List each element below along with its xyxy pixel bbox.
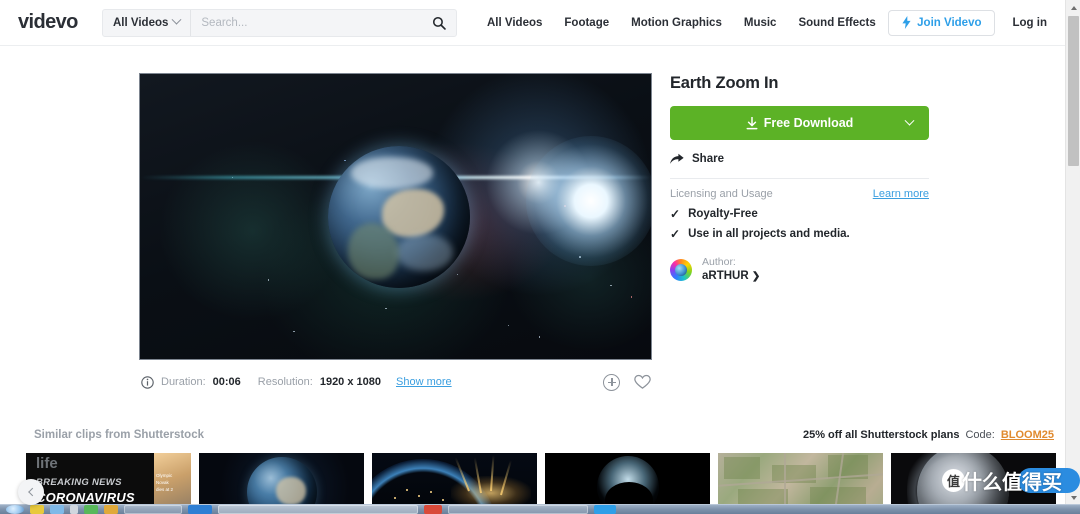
share-label: Share	[692, 153, 724, 165]
vertical-scrollbar[interactable]	[1065, 0, 1080, 505]
promo-text: 25% off all Shutterstock plans	[802, 429, 960, 441]
search-category-label: All Videos	[113, 16, 169, 29]
author-label: Author:	[702, 256, 736, 268]
license-bullet-royalty-free: ✓ Royalty-Free	[670, 208, 929, 220]
free-download-label: Free Download	[763, 116, 854, 130]
taskbar-window-group-1[interactable]	[124, 505, 182, 514]
author-text: Author: aRTHUR ❯	[702, 256, 760, 284]
search-input[interactable]	[191, 16, 422, 29]
promo-code-value[interactable]: BLOOM25	[1001, 429, 1054, 441]
nav-item-motion-graphics[interactable]: Motion Graphics	[631, 17, 722, 29]
taskbar-icon-list[interactable]	[70, 505, 78, 514]
duration-value: 00:06	[212, 376, 241, 388]
similar-clips-heading: Similar clips from Shutterstock	[34, 429, 204, 441]
taskbar-window-group-3[interactable]	[448, 505, 588, 514]
nav-item-music[interactable]: Music	[744, 17, 777, 29]
video-meta-row: Duration: 00:06 Resolution: 1920 x 1080 …	[141, 371, 651, 393]
free-download-button[interactable]: Free Download	[670, 106, 929, 140]
watermark-text: 什么值得买	[962, 466, 1080, 495]
taskbar-icon-blue[interactable]	[188, 505, 212, 514]
license-bullet-label: Royalty-Free	[688, 208, 758, 220]
taskbar-icon-browser[interactable]	[594, 505, 616, 514]
chevron-down-icon	[904, 115, 915, 126]
taskbar-icon-green[interactable]	[84, 505, 98, 514]
video-details-panel: Earth Zoom In Free Download Share Licens…	[670, 74, 929, 284]
license-bullet-all-projects: ✓ Use in all projects and media.	[670, 228, 929, 240]
resolution-label: Resolution:	[257, 376, 313, 388]
check-icon: ✓	[670, 227, 681, 241]
carousel-prev-button[interactable]	[18, 479, 44, 505]
promo-banner: 25% off all Shutterstock plans Code: BLO…	[803, 429, 1054, 441]
promo-code-label: Code:	[965, 429, 995, 441]
page-title: Earth Zoom In	[670, 74, 779, 92]
check-icon: ✓	[670, 207, 681, 221]
chevron-down-icon	[171, 14, 182, 25]
licensing-title: Licensing and Usage	[670, 188, 773, 200]
resolution-value: 1920 x 1080	[319, 376, 381, 388]
taskbar-icon-app[interactable]	[50, 505, 64, 514]
video-meta-left: Duration: 00:06 Resolution: 1920 x 1080 …	[141, 375, 452, 389]
taskbar-window-group-2[interactable]	[218, 505, 418, 514]
author-block[interactable]: Author: aRTHUR ❯	[670, 256, 929, 284]
earth-globe	[328, 146, 470, 288]
search-category-dropdown[interactable]: All Videos	[103, 9, 192, 36]
show-more-link[interactable]: Show more	[396, 376, 452, 388]
nav-item-sound-effects[interactable]: Sound Effects	[798, 17, 875, 29]
download-icon	[746, 116, 758, 129]
taskbar-icon-folder[interactable]	[30, 505, 44, 514]
video-player[interactable]	[139, 73, 652, 360]
watermark: 值 什么值得买	[942, 466, 1080, 495]
video-meta-actions	[603, 373, 651, 391]
avatar	[670, 258, 692, 281]
sun-glow	[526, 136, 651, 266]
chevron-left-icon	[28, 487, 37, 497]
heart-icon[interactable]	[634, 374, 651, 390]
browser-page: videvo All Videos All Videos Footage Mot…	[0, 0, 1080, 514]
scroll-up-arrow-icon[interactable]	[1066, 0, 1080, 15]
chevron-right-icon: ❯	[751, 271, 761, 283]
thumb-caption-mid: BREAKING NEWS	[36, 477, 122, 488]
scrollbar-thumb[interactable]	[1068, 16, 1079, 166]
licensing-row: Licensing and Usage Learn more	[670, 188, 929, 200]
site-header: videvo All Videos All Videos Footage Mot…	[0, 0, 1065, 46]
join-videvo-label: Join Videvo	[917, 16, 982, 29]
taskbar-icon-red[interactable]	[424, 505, 442, 514]
videvo-logo[interactable]: videvo	[18, 11, 90, 34]
nav-item-footage[interactable]: Footage	[564, 17, 609, 29]
plus-circle-icon[interactable]	[603, 373, 620, 391]
license-bullet-label: Use in all projects and media.	[688, 228, 850, 240]
search-bar: All Videos	[102, 8, 457, 37]
thumb-caption-top: life	[36, 455, 58, 472]
info-circle-icon	[141, 375, 154, 389]
share-button[interactable]: Share	[670, 153, 929, 165]
login-link[interactable]: Log in	[1013, 17, 1048, 29]
join-videvo-button[interactable]: Join Videvo	[888, 9, 995, 36]
start-button-icon[interactable]	[6, 505, 24, 514]
author-name[interactable]: aRTHUR ❯	[702, 269, 760, 284]
duration-label: Duration:	[161, 376, 206, 388]
thumb-caption-bottom: CORONAVIRUS	[36, 490, 135, 505]
learn-more-link[interactable]: Learn more	[873, 188, 929, 200]
main-nav: All Videos Footage Motion Graphics Music…	[487, 17, 923, 29]
divider	[670, 178, 929, 179]
header-actions: Join Videvo Log in	[888, 9, 1048, 36]
taskbar-icon-orange[interactable]	[104, 505, 118, 514]
lightning-bolt-icon	[902, 16, 911, 29]
nav-item-all-videos[interactable]: All Videos	[487, 17, 542, 29]
search-icon	[432, 16, 446, 30]
windows-taskbar	[0, 504, 1080, 514]
search-submit-button[interactable]	[422, 10, 456, 36]
share-arrow-icon	[670, 153, 684, 164]
